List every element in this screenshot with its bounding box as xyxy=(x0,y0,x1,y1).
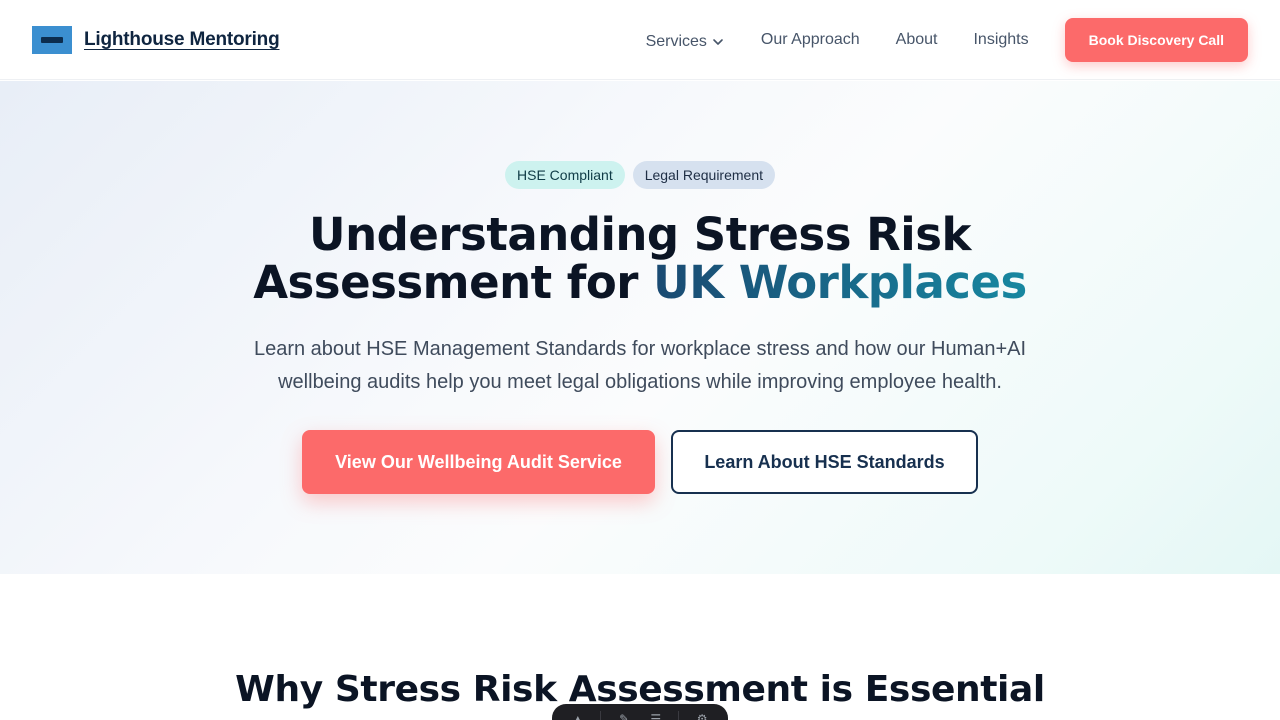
main-nav: Services Our Approach About Insights Boo… xyxy=(646,18,1248,62)
floating-toolbar: ▲ ✎ ☰ ⚙ xyxy=(552,704,728,720)
hero-badges: HSE Compliant Legal Requirement xyxy=(0,161,1280,189)
site-header: Lighthouse Mentoring Services Our Approa… xyxy=(0,0,1280,80)
hero-title-accent: UK Workplaces xyxy=(653,256,1027,309)
nav-about[interactable]: About xyxy=(896,31,938,49)
hero-subtitle-line2: wellbeing audits help you meet legal obl… xyxy=(278,371,1002,393)
draw-icon[interactable]: ✎ xyxy=(615,711,633,720)
select-icon[interactable]: ▲ xyxy=(569,711,587,720)
book-discovery-call-button[interactable]: Book Discovery Call xyxy=(1064,18,1248,62)
nav-services[interactable]: Services xyxy=(646,33,725,51)
hero-section: HSE Compliant Legal Requirement Understa… xyxy=(0,81,1280,574)
nav-our-approach[interactable]: Our Approach xyxy=(761,31,860,49)
hero-actions: View Our Wellbeing Audit Service Learn A… xyxy=(0,430,1280,494)
chevron-down-icon xyxy=(713,39,723,45)
view-wellbeing-audit-button[interactable]: View Our Wellbeing Audit Service xyxy=(302,430,655,494)
badge-hse-compliant: HSE Compliant xyxy=(505,161,625,189)
hero-subtitle: Learn about HSE Management Standards for… xyxy=(0,333,1280,399)
brand[interactable]: Lighthouse Mentoring xyxy=(32,26,280,54)
hero-subtitle-line1: Learn about HSE Management Standards for… xyxy=(253,338,1027,360)
toolbar-divider xyxy=(600,711,602,720)
hero-title-line1: Understanding Stress Risk xyxy=(309,208,971,261)
toolbar-divider xyxy=(678,711,680,720)
hero-title-line2: Assessment for xyxy=(253,256,654,309)
hero-title: Understanding Stress Risk Assessment for… xyxy=(0,211,1280,307)
badge-legal-requirement: Legal Requirement xyxy=(632,161,775,189)
learn-hse-standards-button[interactable]: Learn About HSE Standards xyxy=(671,430,978,494)
settings-icon[interactable]: ⚙ xyxy=(693,711,711,720)
brand-name[interactable]: Lighthouse Mentoring xyxy=(84,29,280,51)
logo xyxy=(32,26,72,54)
nav-insights[interactable]: Insights xyxy=(973,31,1028,49)
menu-icon[interactable]: ☰ xyxy=(647,711,665,720)
nav-services-label: Services xyxy=(645,33,707,50)
